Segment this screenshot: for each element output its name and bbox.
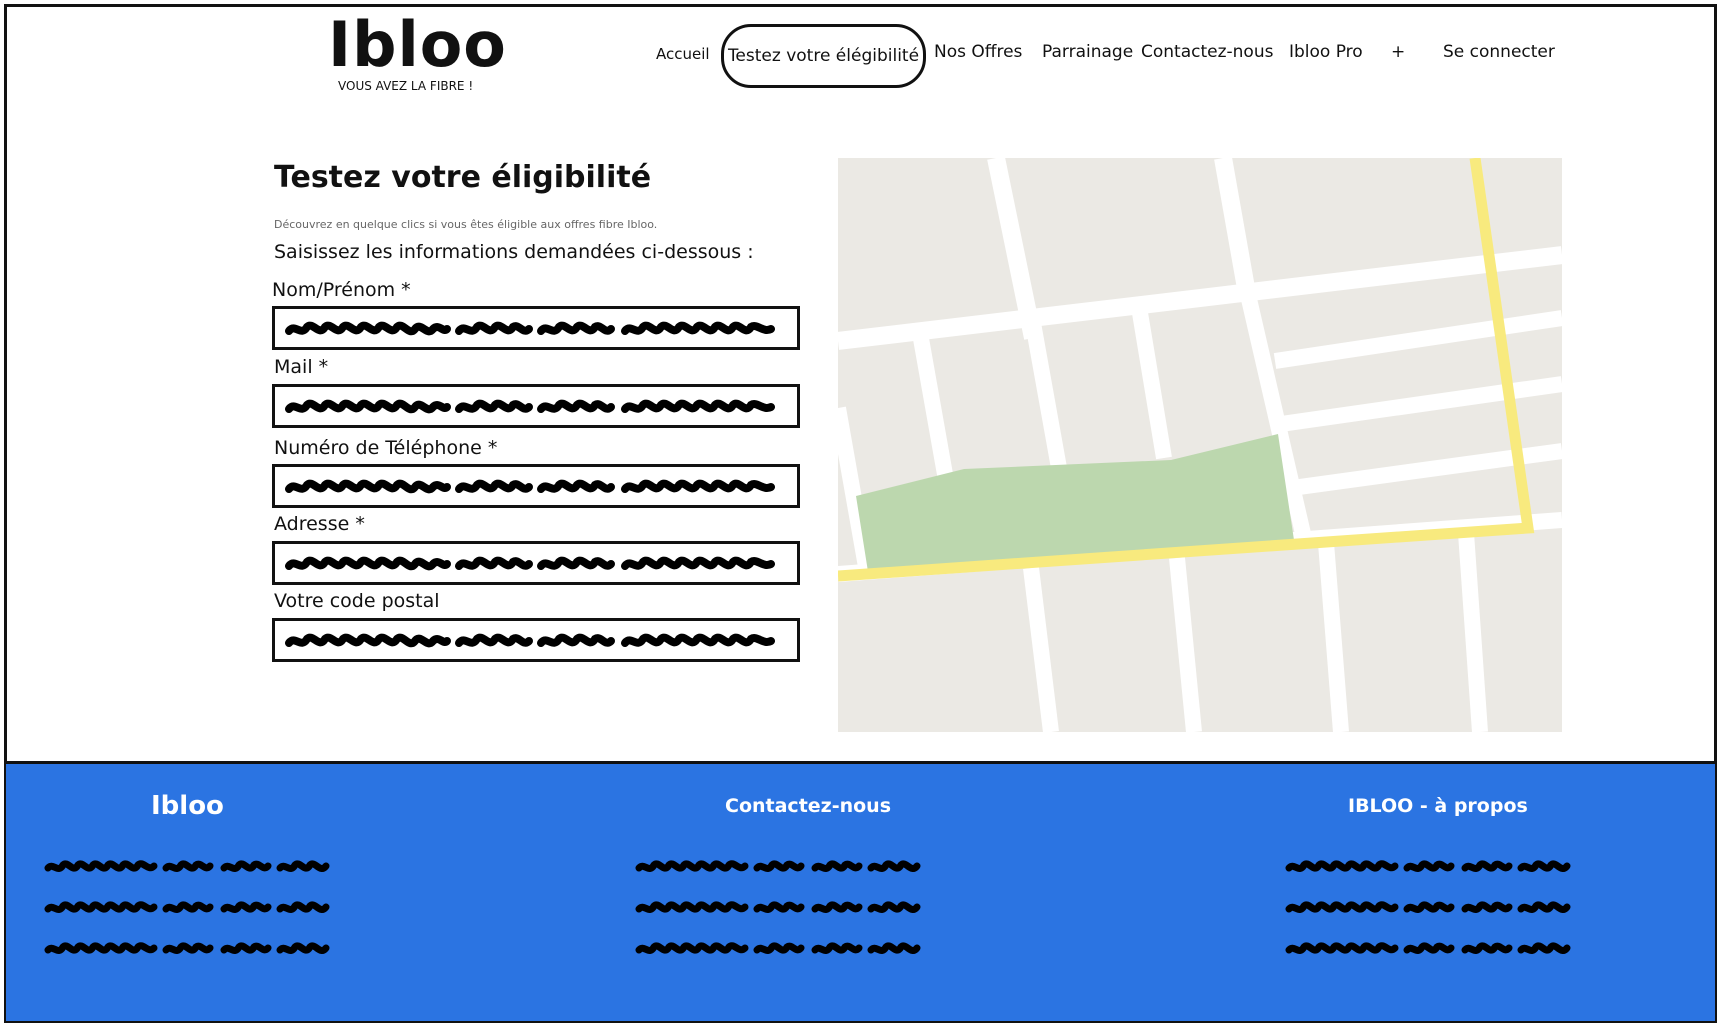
input-mail[interactable] — [272, 384, 800, 428]
footer-link[interactable] — [1285, 856, 1575, 878]
form-instruction: Saisissez les informations demandées ci-… — [274, 241, 754, 263]
footer-heading-ibloo[interactable]: Ibloo — [151, 791, 224, 821]
footer-link[interactable] — [635, 856, 925, 878]
label-adresse: Adresse * — [274, 513, 365, 535]
nav-parrainage[interactable]: Parrainage — [1042, 42, 1133, 62]
logo-name: Ibloo — [328, 8, 507, 81]
nav-nos-offres[interactable]: Nos Offres — [934, 42, 1022, 62]
nav-se-connecter[interactable]: Se connecter — [1443, 42, 1555, 62]
label-telephone: Numéro de Téléphone * — [274, 437, 498, 459]
label-nom-prenom: Nom/Prénom * — [272, 279, 411, 301]
nav-ibloo-pro[interactable]: Ibloo Pro — [1289, 42, 1363, 62]
footer-link[interactable] — [1285, 897, 1575, 919]
map[interactable] — [838, 158, 1562, 732]
nav-testez-eligibilite[interactable]: Testez votre élégibilité — [721, 24, 926, 88]
logo[interactable]: Ibloo VOUS AVEZ LA FIBRE ! — [328, 8, 507, 94]
input-telephone[interactable] — [272, 464, 800, 508]
footer: Ibloo Contactez-nous IBLOO - à propos — [6, 761, 1715, 1021]
footer-link[interactable] — [635, 897, 925, 919]
footer-link[interactable] — [44, 856, 334, 878]
redacted-value — [285, 473, 785, 501]
redacted-value — [285, 315, 785, 343]
logo-tagline: VOUS AVEZ LA FIBRE ! — [338, 79, 474, 93]
input-adresse[interactable] — [272, 541, 800, 585]
footer-link[interactable] — [635, 938, 925, 960]
redacted-value — [285, 627, 785, 655]
nav-accueil[interactable]: Accueil — [656, 45, 710, 63]
nav-testez-eligibilite-label: Testez votre élégibilité — [727, 46, 920, 66]
footer-link[interactable] — [44, 938, 334, 960]
map-graphic — [838, 158, 1562, 732]
footer-link[interactable] — [44, 897, 334, 919]
redacted-value — [285, 393, 785, 421]
input-code-postal[interactable] — [272, 618, 800, 662]
input-nom-prenom[interactable] — [272, 306, 800, 350]
page-subtitle: Découvrez en quelque clics si vous êtes … — [274, 218, 658, 231]
footer-heading-contact[interactable]: Contactez-nous — [725, 795, 891, 817]
redacted-value — [285, 550, 785, 578]
page-title: Testez votre éligibilité — [274, 160, 652, 195]
nav-plus[interactable]: + — [1391, 42, 1405, 62]
footer-heading-apropos[interactable]: IBLOO - à propos — [1348, 795, 1528, 817]
label-code-postal: Votre code postal — [274, 590, 440, 612]
nav-contactez-nous[interactable]: Contactez-nous — [1141, 42, 1273, 62]
footer-link[interactable] — [1285, 938, 1575, 960]
label-mail: Mail * — [274, 356, 329, 378]
